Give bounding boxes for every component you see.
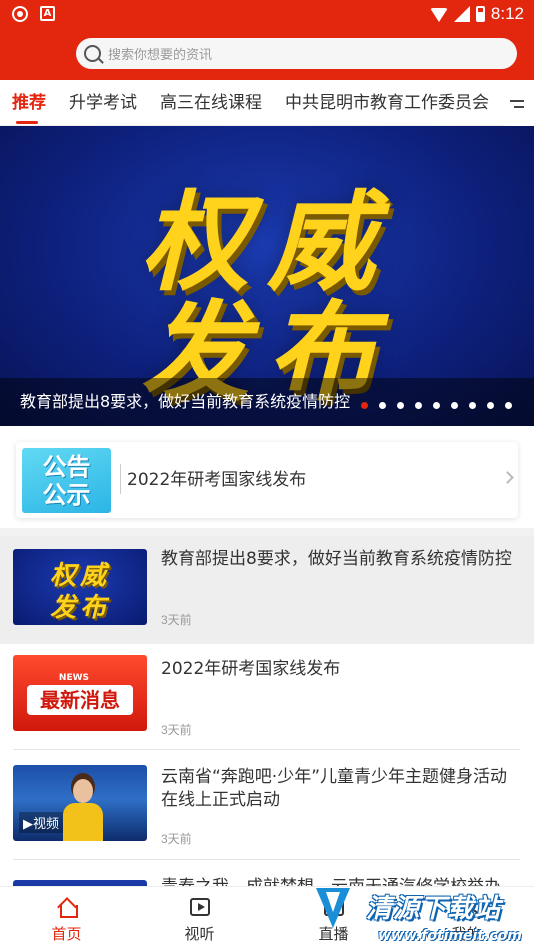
news-thumbnail: NEWS 最新消息 xyxy=(13,655,147,731)
banner-carousel[interactable]: 权威 发布 教育部提出8要求，做好当前教育系统疫情防控 xyxy=(0,126,534,426)
watermark-title: 清源下载站 xyxy=(366,894,502,924)
tab-senior-online-course[interactable]: 高三在线课程 xyxy=(148,80,262,125)
tab-education-committee[interactable]: 中共昆明市教育工作委员会 xyxy=(273,80,489,125)
home-icon xyxy=(57,898,78,918)
watermark-url: www.fotimeit.com xyxy=(378,928,522,944)
nav-home[interactable]: 首页 xyxy=(0,887,133,950)
carousel-dot[interactable] xyxy=(361,402,368,409)
news-title: 教育部提出8要求，做好当前教育系统疫情防控 xyxy=(161,549,512,569)
status-right: 8:12 xyxy=(429,3,524,25)
news-title: 2022年研考国家线发布 xyxy=(161,659,341,679)
battery-icon xyxy=(475,6,485,22)
news-time: 3天前 xyxy=(161,613,192,627)
carousel-dot[interactable] xyxy=(451,402,458,409)
news-time: 3天前 xyxy=(161,723,192,737)
tab-admission-exam[interactable]: 升学考试 xyxy=(57,80,137,125)
carousel-dot[interactable] xyxy=(379,402,386,409)
anchor-figure xyxy=(63,779,103,841)
carousel-dots xyxy=(361,402,512,409)
notice-divider xyxy=(120,464,121,494)
carousel-dot[interactable] xyxy=(487,402,494,409)
row-divider xyxy=(13,749,520,750)
carousel-dot[interactable] xyxy=(469,402,476,409)
news-item[interactable]: ▶视频 云南省“奔跑吧·少年”儿童青少年主题健身活动在线上正式启动 3天前 xyxy=(0,752,534,860)
news-title: 云南省“奔跑吧·少年”儿童青少年主题健身活动在线上正式启动 xyxy=(161,767,508,810)
thumb-label: 最新消息 xyxy=(27,685,133,715)
category-tabs: 推荐 升学考试 高三在线课程 中共昆明市教育工作委员会 xyxy=(0,80,534,126)
news-time: 3天前 xyxy=(161,832,192,846)
video-icon xyxy=(190,898,210,916)
nav-audio-video-label: 视听 xyxy=(184,925,215,943)
news-item[interactable]: NEWS 最新消息 2022年研考国家线发布 3天前 xyxy=(0,642,534,750)
search-icon xyxy=(84,45,101,62)
row-divider xyxy=(13,859,520,860)
search-input[interactable]: 搜索你想要的资讯 xyxy=(76,38,517,69)
notice-text: 2022年研考国家线发布 xyxy=(127,470,307,490)
section-divider xyxy=(0,528,534,536)
notice-logo-line-2: 公示 xyxy=(42,481,91,509)
thumb-tag: NEWS xyxy=(58,673,89,683)
news-item[interactable]: 权威 发布 教育部提出8要求，做好当前教育系统疫情防控 3天前 xyxy=(0,536,534,644)
watermark-logo xyxy=(308,884,358,934)
app-icon: A xyxy=(40,6,55,21)
notice-logo-line-1: 公告 xyxy=(42,453,91,481)
app-header: A 8:12 搜索你想要的资讯 xyxy=(0,0,534,80)
watermark: 清源下载站 www.fotimeit.com xyxy=(306,878,534,950)
thumb-text-2: 发布 xyxy=(49,593,110,623)
nav-audio-video[interactable]: 视听 xyxy=(133,887,266,950)
notice-card[interactable]: 公告 公示 2022年研考国家线发布 xyxy=(16,442,518,518)
signal-icon xyxy=(453,6,470,22)
news-thumbnail: 权威 发布 xyxy=(13,549,147,625)
carousel-dot[interactable] xyxy=(433,402,440,409)
carousel-dot[interactable] xyxy=(505,402,512,409)
carousel-dot[interactable] xyxy=(415,402,422,409)
notification-icon xyxy=(12,6,28,22)
carousel-dot[interactable] xyxy=(397,402,404,409)
nav-home-label: 首页 xyxy=(51,925,82,943)
tab-menu-icon[interactable] xyxy=(504,80,534,126)
status-time: 8:12 xyxy=(490,4,524,23)
notice-logo: 公告 公示 xyxy=(22,448,111,513)
chevron-right-icon xyxy=(501,471,514,484)
wifi-icon xyxy=(429,8,448,22)
news-thumbnail: ▶视频 xyxy=(13,765,147,841)
search-placeholder: 搜索你想要的资讯 xyxy=(108,48,213,63)
status-bar: A 8:12 xyxy=(0,0,534,28)
video-badge: ▶视频 xyxy=(19,812,63,833)
tab-recommend[interactable]: 推荐 xyxy=(0,80,46,125)
